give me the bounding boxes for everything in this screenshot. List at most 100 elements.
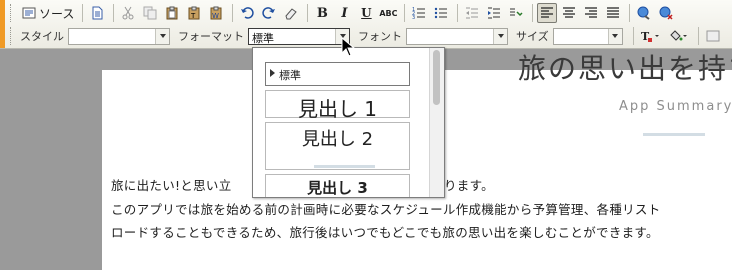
numbered-list-button[interactable]: 123: [409, 3, 429, 23]
bullet-list-button[interactable]: [431, 3, 451, 23]
align-right-icon: [585, 7, 598, 18]
svg-text:3: 3: [412, 15, 415, 20]
style-label: スタイル: [20, 30, 64, 43]
redo-button[interactable]: [259, 3, 279, 23]
format-option-h3[interactable]: 見出し 3: [265, 174, 410, 197]
indent-button[interactable]: [484, 3, 504, 23]
clipboard-icon: [166, 6, 178, 20]
undo-icon: [241, 7, 255, 19]
caret-right-icon: [270, 69, 275, 77]
doc-subtitle: App Summary: [619, 99, 732, 114]
format-combo[interactable]: 標準: [248, 27, 350, 45]
paste-text-icon: T: [188, 6, 200, 20]
justify-button[interactable]: [603, 3, 623, 23]
size-label: サイズ: [516, 30, 549, 43]
format-value: 標準: [252, 31, 274, 45]
italic-button[interactable]: I: [334, 3, 354, 23]
cut-button[interactable]: [118, 3, 138, 23]
align-right-button[interactable]: [581, 3, 601, 23]
size-combo[interactable]: [552, 27, 623, 45]
format-option-h1[interactable]: 見出し 1: [265, 90, 410, 121]
remove-format-button[interactable]: [281, 3, 301, 23]
scissors-icon: [122, 6, 134, 20]
toolbar-row-1: ソース T W B I U ABC 123: [8, 2, 678, 24]
paragraph-2: このアプリでは旅を始める前の計画時に必要なスケジュール作成機能から予算管理、各種…: [111, 202, 661, 217]
font-label: フォント: [358, 30, 402, 43]
outdent-icon: [466, 7, 479, 19]
svg-text:T: T: [190, 12, 196, 20]
toolbar-grip[interactable]: [10, 4, 14, 22]
document-icon: [92, 6, 103, 20]
redo-icon: [262, 7, 276, 19]
justify-icon: [607, 7, 620, 18]
scrollbar-thumb[interactable]: [433, 50, 440, 105]
show-blocks-button[interactable]: [703, 26, 723, 46]
strike-label: ABC: [379, 8, 398, 18]
paint-bucket-icon: [669, 30, 687, 41]
background-color-button[interactable]: [666, 26, 692, 46]
mouse-cursor-icon: [341, 37, 355, 57]
format-option-h1-label: 見出し 1: [297, 97, 378, 121]
chevron-down-icon[interactable]: [493, 28, 507, 44]
chevron-down-icon[interactable]: [607, 28, 622, 44]
source-button[interactable]: ソース: [18, 3, 78, 23]
show-blocks-icon: [706, 30, 720, 42]
align-center-icon: [563, 7, 576, 18]
format-option-h2[interactable]: 見出し 2: [265, 122, 410, 170]
paste-button[interactable]: [162, 3, 182, 23]
text-color-icon: T: [641, 30, 659, 43]
toolbar-row-2: スタイル フォーマット 標準 フォント サイズ T: [8, 25, 725, 47]
paragraph-3: ロードすることもできるため、旅行後はいつでもどこでも旅の思い出を楽しむことができ…: [111, 225, 659, 240]
chevron-down-icon[interactable]: [155, 28, 169, 44]
copy-button[interactable]: [140, 3, 160, 23]
style-combo[interactable]: [68, 27, 170, 45]
bold-label: B: [316, 5, 328, 21]
paragraph-1-end: ります。: [444, 178, 494, 193]
italic-label: I: [341, 5, 348, 21]
link-button[interactable]: [634, 3, 654, 23]
link-globe-icon: [637, 6, 651, 20]
dropdown-scrollbar[interactable]: [429, 48, 444, 197]
bold-button[interactable]: B: [312, 3, 332, 23]
new-page-button[interactable]: [87, 3, 107, 23]
eraser-icon: [285, 8, 298, 20]
toolbar-grip-2[interactable]: [10, 27, 14, 45]
align-left-icon: [541, 7, 554, 18]
paste-word-icon: W: [210, 6, 222, 20]
doc-title: 旅の思い出を持ち: [518, 52, 732, 85]
strikethrough-button[interactable]: ABC: [378, 3, 398, 23]
copy-icon: [143, 6, 157, 20]
blockquote-icon: [510, 8, 523, 17]
format-option-h3-label: 見出し 3: [307, 179, 368, 197]
underline-button[interactable]: U: [356, 3, 376, 23]
paste-text-button[interactable]: T: [184, 3, 204, 23]
undo-button[interactable]: [237, 3, 257, 23]
blockquote-button[interactable]: [506, 3, 526, 23]
align-center-button[interactable]: [559, 3, 579, 23]
unlink-globe-icon: [659, 6, 673, 20]
source-icon: [22, 7, 36, 19]
underline-label: U: [361, 6, 372, 20]
indent-icon: [488, 7, 501, 19]
format-option-normal[interactable]: 標準: [265, 62, 410, 86]
source-label: ソース: [39, 6, 75, 21]
toolbar-accent: [0, 0, 5, 48]
svg-text:W: W: [212, 12, 219, 20]
editor-toolbar: ソース T W B I U ABC 123 スタイル フォーマット 標準 フォン…: [0, 0, 732, 49]
format-option-normal-label: 標準: [279, 69, 301, 82]
format-dropdown: 標準 見出し 1 見出し 2 見出し 3: [252, 47, 445, 198]
paste-word-button[interactable]: W: [206, 3, 226, 23]
numbered-list-icon: 123: [412, 7, 426, 20]
text-color-button[interactable]: T: [638, 26, 664, 46]
format-option-h2-label: 見出し 2: [301, 129, 374, 150]
align-left-button[interactable]: [537, 3, 558, 23]
paragraph-1-start: 旅に出たい!と思い立: [111, 178, 232, 193]
bullet-list-icon: [435, 7, 448, 19]
unlink-button[interactable]: [656, 3, 676, 23]
format-label: フォーマット: [178, 30, 244, 43]
editor-window: 旅の思い出を持ち App Summary 旅に出たい!と思い立 ります。 このア…: [0, 0, 732, 270]
h2-preview-rule: [314, 165, 375, 168]
font-combo[interactable]: [406, 27, 508, 45]
outdent-button[interactable]: [462, 3, 482, 23]
title-divider: [643, 133, 705, 136]
